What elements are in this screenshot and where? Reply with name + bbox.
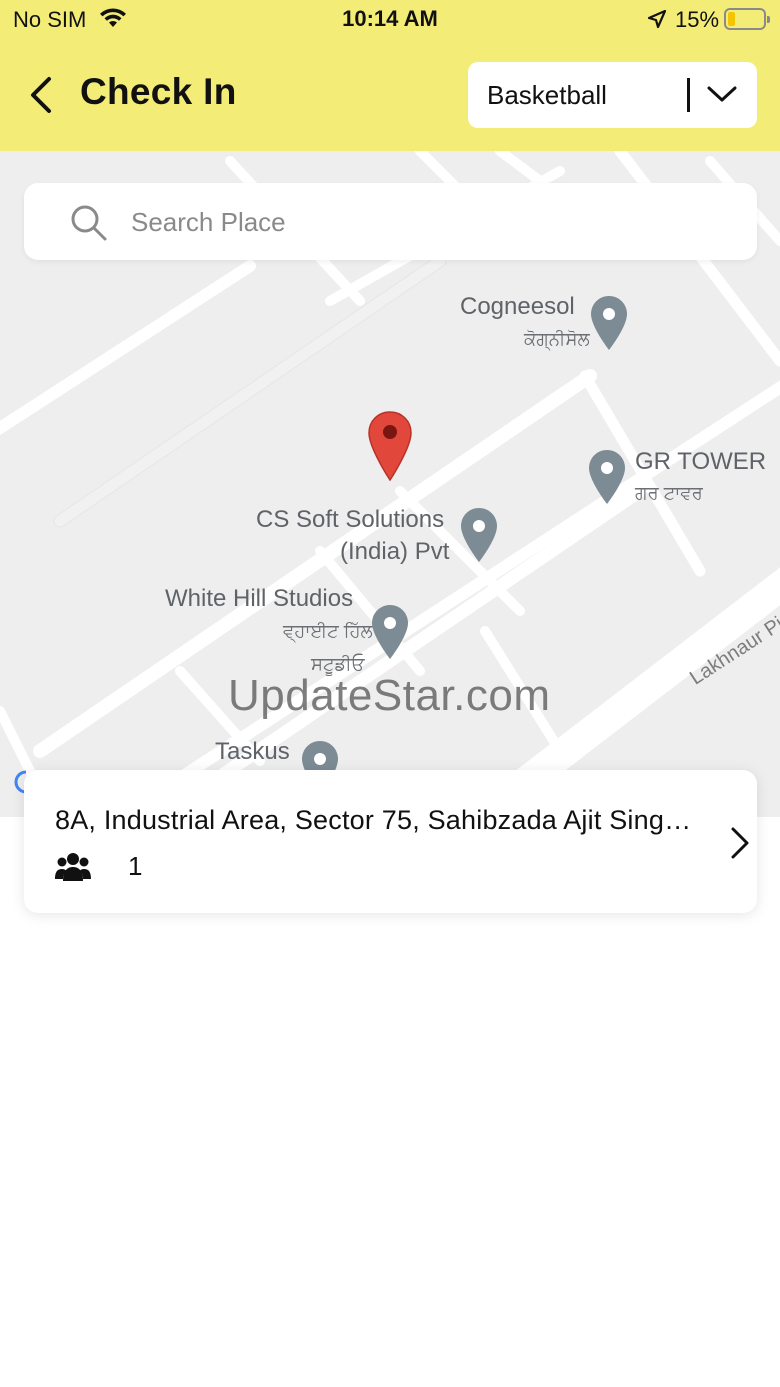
chevron-left-icon xyxy=(31,77,51,113)
header-bar: No SIM 10:14 AM 15% Check In Basketball xyxy=(0,0,780,151)
location-card[interactable]: 8A, Industrial Area, Sector 75, Sahibzad… xyxy=(24,770,757,913)
poi-label-cs-soft-line2: (India) Pvt xyxy=(340,538,450,565)
poi-sublabel-cogneesol: ਕੋਗ੍ਨੀਸੋਲ xyxy=(524,329,590,349)
poi-label-cs-soft-line1: CS Soft Solutions xyxy=(256,506,445,533)
battery-icon xyxy=(724,8,770,30)
poi-pin-icon[interactable] xyxy=(371,604,409,660)
poi-pin-icon[interactable] xyxy=(460,507,498,563)
poi-label-white-hill: White Hill Studios xyxy=(165,585,354,612)
poi-sublabel-gr-tower: ਗਰ ਟਾਵਰ xyxy=(635,483,703,503)
search-icon xyxy=(71,205,107,241)
back-button[interactable] xyxy=(22,74,58,116)
chevron-down-icon xyxy=(707,86,737,102)
location-arrow-icon xyxy=(647,9,667,34)
users-icon xyxy=(55,853,91,881)
poi-label-taskus: Taskus xyxy=(215,738,290,765)
battery-percent: 15% xyxy=(675,7,720,32)
sport-dropdown-value: Basketball xyxy=(487,80,607,110)
watermark: UpdateStar.com xyxy=(228,671,551,720)
poi-pin-icon[interactable] xyxy=(588,449,626,505)
selected-location-pin-icon xyxy=(368,411,412,482)
dropdown-divider xyxy=(687,78,690,112)
poi-label-gr-tower: GR TOWER xyxy=(635,448,767,475)
chevron-right-icon xyxy=(731,827,749,859)
poi-label-cogneesol: Cogneesol xyxy=(460,293,575,320)
page-title: Check In xyxy=(80,71,237,112)
sport-dropdown[interactable]: Basketball xyxy=(468,62,757,128)
people-count: 1 xyxy=(128,851,143,881)
search-bar[interactable] xyxy=(24,183,757,260)
poi-pin-icon[interactable] xyxy=(590,295,628,351)
status-bar: No SIM 10:14 AM 15% xyxy=(0,0,780,40)
location-address: 8A, Industrial Area, Sector 75, Sahibzad… xyxy=(55,805,695,835)
poi-sublabel-white-hill-1: ਵ੍ਹਾਈਟ ਹਿੱਲ xyxy=(283,621,373,641)
search-input[interactable] xyxy=(131,203,731,241)
